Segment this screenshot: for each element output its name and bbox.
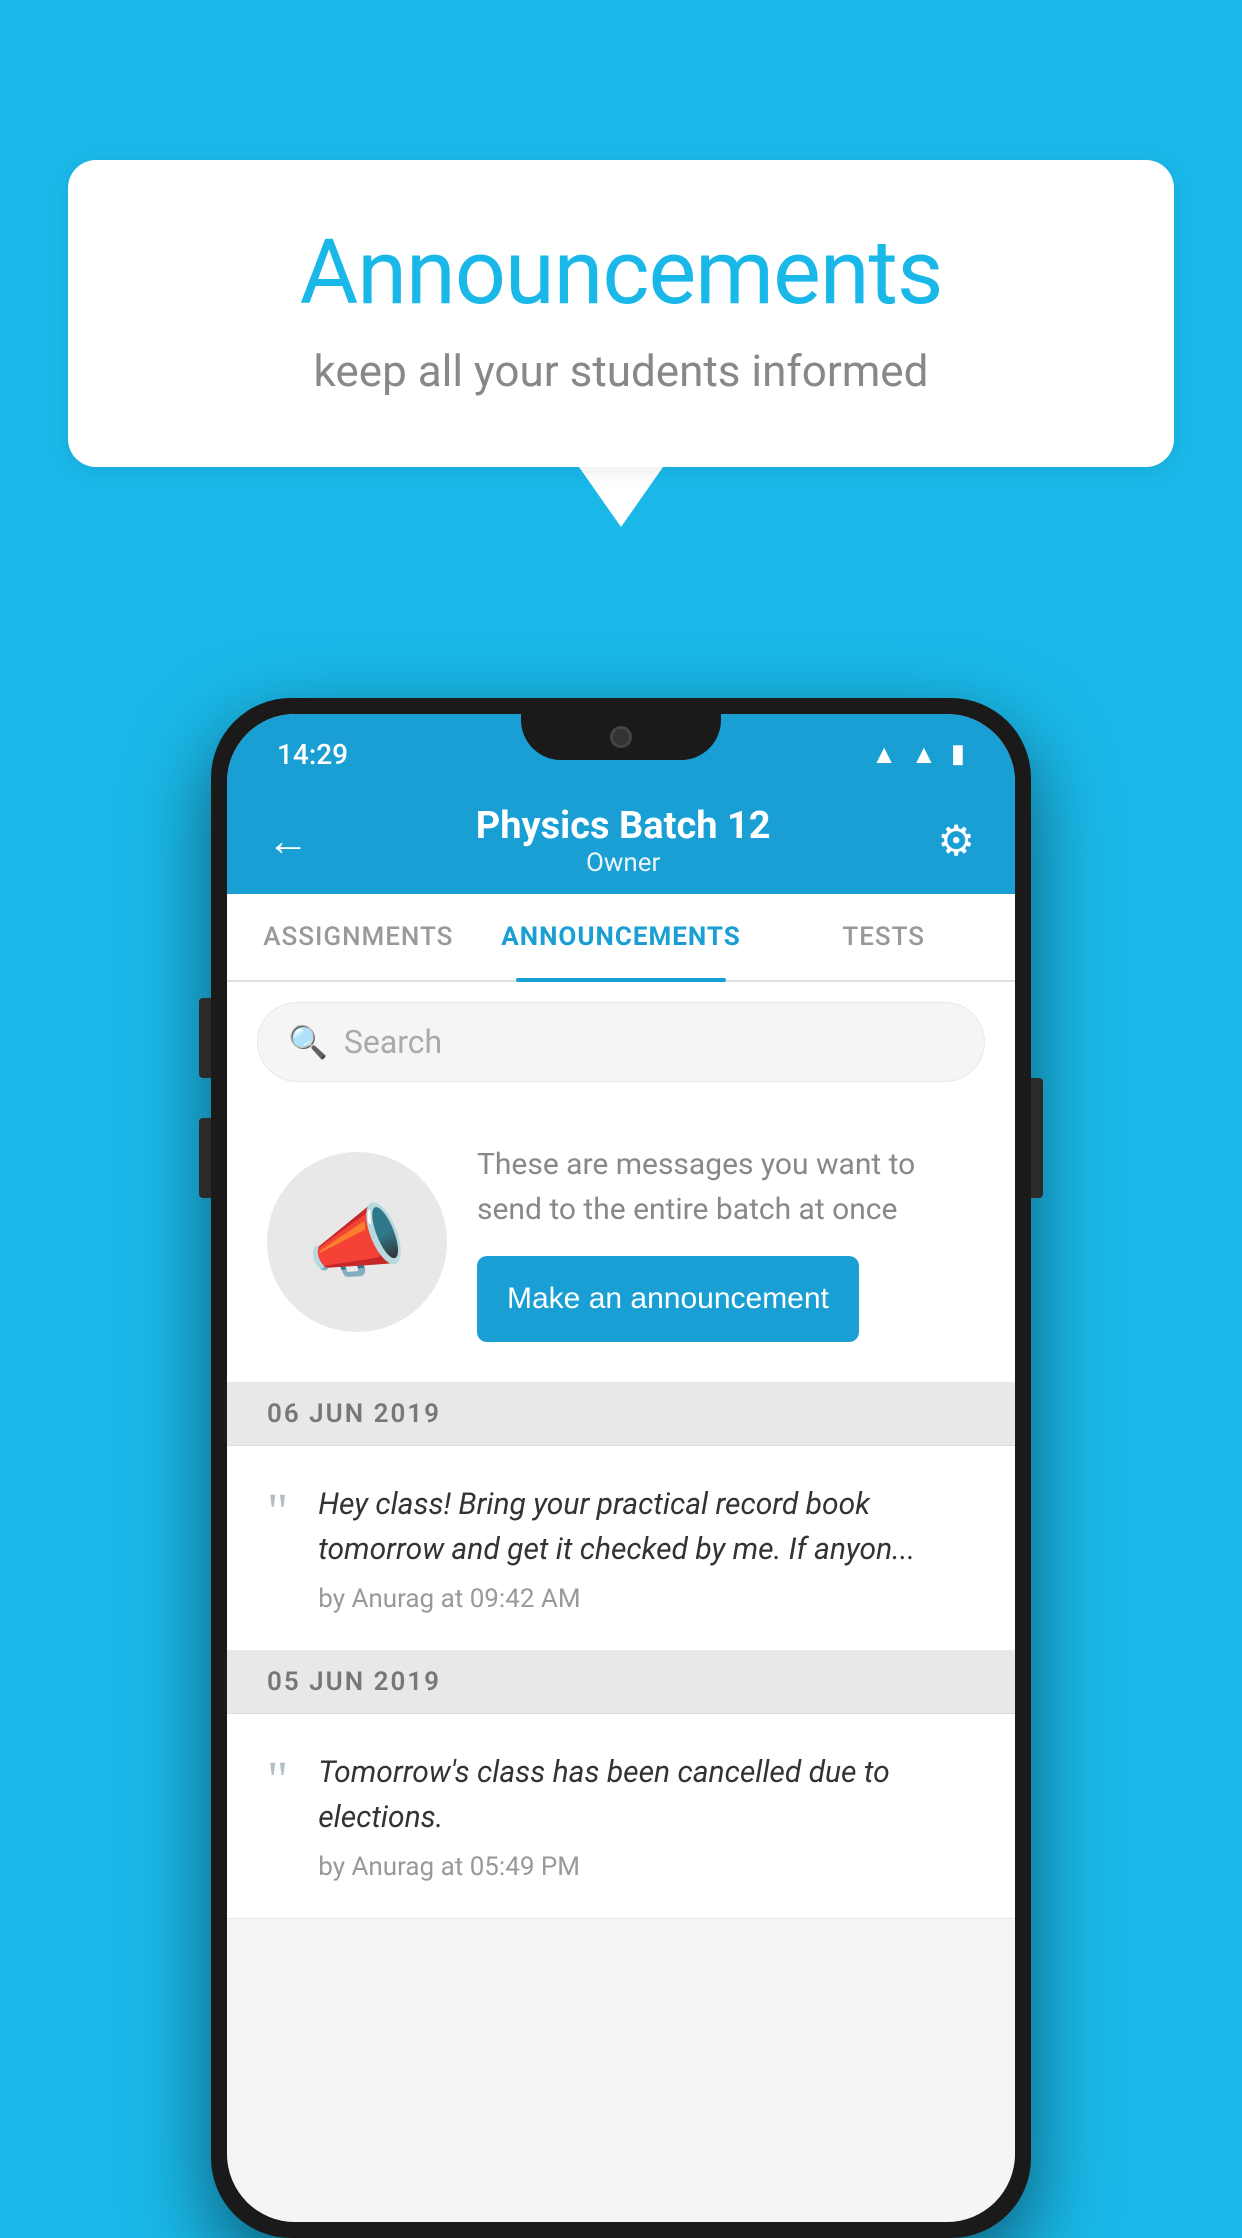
search-container: 🔍 Search xyxy=(227,982,1015,1102)
make-announcement-button[interactable]: Make an announcement xyxy=(477,1256,859,1342)
announcement-content-2: Tomorrow's class has been cancelled due … xyxy=(318,1750,975,1882)
search-icon: 🔍 xyxy=(288,1023,328,1061)
bubble-arrow xyxy=(579,467,663,527)
tab-announcements[interactable]: ANNOUNCEMENTS xyxy=(490,894,753,980)
wifi-icon: ▲ xyxy=(871,739,897,770)
volume-down-button xyxy=(199,1118,211,1198)
phone-screen: 14:29 ▲ ▲ ▮ ← Physics Batch 12 Owner ⚙ A… xyxy=(227,714,1015,2222)
speech-bubble-section: Announcements keep all your students inf… xyxy=(68,160,1174,527)
status-time: 14:29 xyxy=(277,738,348,771)
tab-bar: ASSIGNMENTS ANNOUNCEMENTS TESTS xyxy=(227,894,1015,982)
date-separator-2: 05 JUN 2019 xyxy=(227,1651,1015,1714)
announcement-meta-2: by Anurag at 05:49 PM xyxy=(318,1852,975,1882)
megaphone-icon: 📣 xyxy=(307,1195,407,1289)
front-camera xyxy=(610,726,632,748)
tab-assignments[interactable]: ASSIGNMENTS xyxy=(227,894,490,980)
batch-name: Physics Batch 12 xyxy=(476,804,771,848)
phone-notch xyxy=(521,714,721,760)
announcement-item-2: " Tomorrow's class has been cancelled du… xyxy=(227,1714,1015,1919)
bubble-subtitle: keep all your students informed xyxy=(148,345,1094,397)
search-placeholder: Search xyxy=(344,1023,442,1061)
quote-icon-1: " xyxy=(267,1492,288,1534)
promo-card: 📣 These are messages you want to send to… xyxy=(227,1102,1015,1383)
announcement-content-1: Hey class! Bring your practical record b… xyxy=(318,1482,975,1614)
app-header: ← Physics Batch 12 Owner ⚙ xyxy=(227,784,1015,894)
quote-icon-2: " xyxy=(267,1760,288,1802)
settings-icon[interactable]: ⚙ xyxy=(937,816,975,866)
announcement-text-2: Tomorrow's class has been cancelled due … xyxy=(318,1750,975,1840)
promo-content: These are messages you want to send to t… xyxy=(477,1142,975,1342)
speech-bubble: Announcements keep all your students inf… xyxy=(68,160,1174,467)
announcement-text-1: Hey class! Bring your practical record b… xyxy=(318,1482,975,1572)
signal-icon: ▲ xyxy=(911,739,937,770)
promo-icon-circle: 📣 xyxy=(267,1152,447,1332)
tab-tests[interactable]: TESTS xyxy=(752,894,1015,980)
status-icons: ▲ ▲ ▮ xyxy=(871,739,965,770)
user-role: Owner xyxy=(476,848,771,878)
announcement-item-1: " Hey class! Bring your practical record… xyxy=(227,1446,1015,1651)
announcement-meta-1: by Anurag at 09:42 AM xyxy=(318,1584,975,1614)
bubble-title: Announcements xyxy=(148,220,1094,325)
back-button[interactable]: ← xyxy=(267,817,309,866)
phone-frame: 14:29 ▲ ▲ ▮ ← Physics Batch 12 Owner ⚙ A… xyxy=(211,698,1031,2238)
power-button xyxy=(1031,1078,1043,1198)
battery-icon: ▮ xyxy=(951,739,965,769)
volume-up-button xyxy=(199,998,211,1078)
header-title-group: Physics Batch 12 Owner xyxy=(476,804,771,878)
date-separator-1: 06 JUN 2019 xyxy=(227,1383,1015,1446)
promo-description: These are messages you want to send to t… xyxy=(477,1142,975,1232)
search-bar[interactable]: 🔍 Search xyxy=(257,1002,985,1082)
